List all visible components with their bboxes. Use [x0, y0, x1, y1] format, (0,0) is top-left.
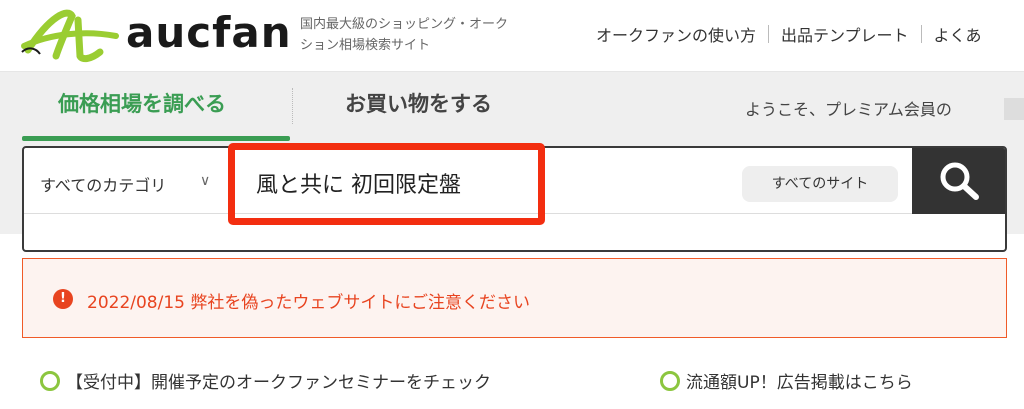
welcome-message: ようこそ、プレミアム会員の	[745, 100, 952, 119]
circle-bullet-icon	[660, 370, 680, 391]
aucfan-logo[interactable]: aucfan	[20, 6, 292, 64]
circle-bullet-icon	[40, 370, 60, 391]
tab-price-check[interactable]: 価格相場を調べる	[58, 88, 226, 118]
fraud-alert-notice[interactable]: ! 2022/08/15 弊社を偽ったウェブサイトにご注意ください	[22, 258, 1007, 338]
ad-link[interactable]: 流通額UP！広告掲載はこちら	[660, 368, 913, 393]
search-row: すべてのカテゴリ ∨ すべてのサイト	[24, 148, 1005, 214]
search-button[interactable]	[912, 148, 1005, 214]
nav-link-listing-template[interactable]: 出品テンプレート	[781, 22, 909, 46]
logo-text: aucfan	[126, 8, 292, 57]
nav-link-how-to-use[interactable]: オークファンの使い方	[596, 22, 756, 46]
username-placeholder	[1004, 98, 1024, 120]
ad-link-label[interactable]: 流通額UP！広告掲載はこちら	[686, 368, 913, 393]
active-tab-indicator	[22, 136, 290, 141]
chevron-down-icon[interactable]: ∨	[200, 173, 210, 189]
seminar-link[interactable]: 【受付中】開催予定のオークファンセミナーをチェック	[40, 368, 491, 393]
category-select[interactable]: すべてのカテゴリ	[40, 172, 166, 196]
nav-link-faq[interactable]: よくあ	[934, 22, 982, 46]
logo-mark-icon	[21, 9, 119, 63]
nav-separator	[768, 25, 770, 43]
alert-icon: !	[53, 289, 73, 309]
search-input[interactable]	[256, 168, 576, 198]
site-tagline: 国内最大級のショッピング・オークション相場検索サイト	[300, 17, 509, 53]
tab-divider	[292, 88, 293, 124]
utility-nav: オークファンの使い方 出品テンプレート よくあ	[596, 22, 982, 46]
notice-text[interactable]: 2022/08/15 弊社を偽ったウェブサイトにご注意ください	[87, 288, 530, 313]
site-filter-button[interactable]: すべてのサイト	[742, 166, 898, 202]
nav-separator	[920, 25, 922, 43]
search-panel: すべてのカテゴリ ∨ すべてのサイト	[22, 146, 1007, 252]
category-divider	[228, 148, 229, 214]
tab-shopping[interactable]: お買い物をする	[345, 88, 492, 118]
site-header: aucfan 国内最大級のショッピング・オークション相場検索サイト オークファン…	[0, 0, 1024, 72]
search-icon	[940, 162, 979, 200]
seminar-link-label[interactable]: 【受付中】開催予定のオークファンセミナーをチェック	[66, 368, 491, 393]
